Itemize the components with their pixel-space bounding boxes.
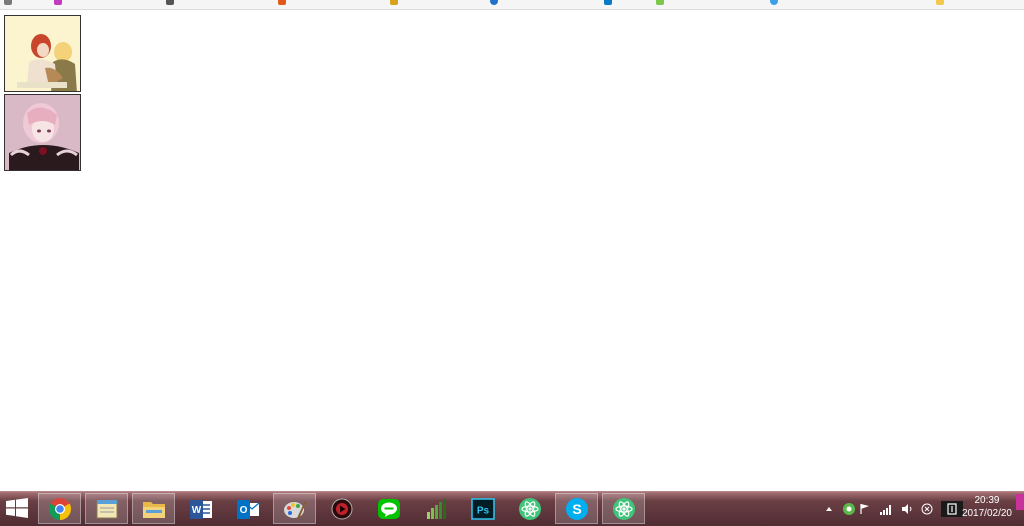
atom-icon — [612, 497, 635, 520]
bookmark-item[interactable] — [604, 0, 615, 7]
bookmark-item[interactable] — [390, 0, 401, 7]
svg-text:Ps: Ps — [476, 505, 489, 516]
tray-app-icon[interactable] — [842, 502, 856, 516]
notepad-icon — [96, 499, 117, 518]
bookmark-folder[interactable] — [936, 0, 947, 7]
line-button[interactable] — [367, 493, 410, 524]
input-method-indicator[interactable] — [941, 500, 963, 517]
network-signal-icon[interactable] — [879, 503, 893, 515]
bookmark-item[interactable] — [278, 0, 289, 7]
pixiv-icon — [604, 0, 612, 5]
svg-text:S: S — [572, 501, 581, 517]
file-explorer-icon — [142, 501, 165, 518]
file-explorer-button[interactable] — [132, 493, 175, 524]
word-button[interactable]: W — [179, 493, 222, 524]
atom-icon — [518, 497, 541, 520]
bookmark-item[interactable] — [490, 0, 501, 7]
artwork-thumbnail-2[interactable] — [4, 94, 81, 171]
bookmark-favicon-icon — [390, 0, 398, 5]
photoshop-icon: Ps — [470, 497, 495, 520]
bookmark-item[interactable] — [4, 0, 15, 7]
outlook-button[interactable]: O — [226, 493, 269, 524]
atom-button-2[interactable] — [602, 493, 645, 524]
show-hidden-icons-arrow-icon[interactable] — [826, 506, 832, 511]
svg-text:W: W — [191, 505, 201, 516]
system-tray — [826, 491, 963, 526]
paint-icon — [283, 500, 306, 519]
outlook-icon: O — [236, 499, 259, 519]
bookmark-favicon-icon — [166, 0, 174, 5]
bookmark-item[interactable] — [656, 0, 667, 7]
bookmark-favicon-icon — [54, 0, 62, 5]
bookmarks-bar — [0, 0, 1024, 10]
media-player-icon — [331, 498, 352, 519]
action-center-flag-icon[interactable] — [859, 503, 871, 515]
word-icon: W — [189, 499, 212, 519]
line-icon — [377, 498, 400, 519]
bookmark-item[interactable] — [166, 0, 177, 7]
clock[interactable]: 20:39 2017/02/20 — [962, 494, 1012, 520]
windows-start-icon — [6, 498, 28, 518]
charts-app-icon — [426, 498, 446, 519]
artwork-image-2 — [5, 95, 80, 170]
bookmark-favicon-icon — [278, 0, 286, 5]
chrome-icon — [48, 497, 71, 520]
ime-icon — [947, 502, 957, 515]
taskbar: W O Ps S 20:39 2017/02/20 — [0, 491, 1024, 526]
artwork-thumbnail-1[interactable] — [4, 15, 81, 92]
skype-button[interactable]: S — [555, 493, 598, 524]
paint-button[interactable] — [273, 493, 316, 524]
bookmark-item[interactable] — [54, 0, 65, 7]
twitter-icon — [770, 0, 778, 5]
bookmark-favicon-icon — [490, 0, 498, 5]
chrome-button[interactable] — [38, 493, 81, 524]
bookmark-item[interactable] — [770, 0, 781, 7]
media-player-button[interactable] — [320, 493, 363, 524]
clock-time: 20:39 — [974, 495, 1000, 506]
volume-icon[interactable] — [901, 503, 913, 515]
artwork-image-1 — [5, 16, 80, 91]
folder-icon — [936, 0, 944, 5]
svg-text:O: O — [239, 505, 247, 516]
atom-button[interactable] — [508, 493, 551, 524]
start-button[interactable] — [6, 498, 28, 523]
apps-icon — [4, 0, 12, 5]
charts-app-button[interactable] — [414, 493, 457, 524]
notepad-button[interactable] — [85, 493, 128, 524]
show-desktop-button[interactable] — [1016, 494, 1024, 510]
bookmark-favicon-icon — [656, 0, 664, 5]
skype-icon: S — [565, 497, 588, 520]
clock-date: 2017/02/20 — [961, 508, 1012, 519]
photoshop-button[interactable]: Ps — [461, 493, 504, 524]
close-circle-icon[interactable] — [921, 503, 933, 515]
